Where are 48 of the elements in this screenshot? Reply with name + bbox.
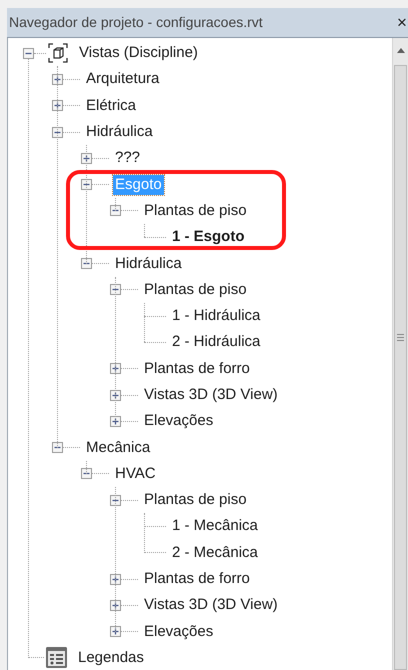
collapse-toggle[interactable] — [81, 468, 92, 480]
tree-item[interactable]: Vistas 3D (3D View) — [142, 385, 280, 405]
tree-item[interactable]: 1 - Esgoto — [170, 227, 247, 248]
tree-item[interactable]: Plantas de piso — [142, 280, 249, 300]
views-icon — [47, 42, 69, 64]
window-title: Navegador de projeto - configuracoes.rvt — [9, 13, 263, 32]
expand-toggle[interactable] — [110, 363, 121, 374]
expand-toggle[interactable] — [110, 390, 121, 400]
scrollbar[interactable] — [392, 38, 408, 670]
tree-item[interactable]: 2 - Hidráulica — [170, 332, 262, 352]
expand-toggle[interactable] — [110, 626, 121, 638]
collapse-toggle[interactable] — [52, 442, 63, 454]
tree-item[interactable]: 1 - Hidráulica — [170, 306, 262, 326]
tree-item[interactable]: Plantas de piso — [142, 200, 249, 221]
collapse-toggle[interactable] — [110, 205, 121, 216]
collapse-toggle[interactable] — [110, 284, 121, 296]
tree-item[interactable]: Arquitetura — [84, 69, 162, 90]
tree-item[interactable]: HVAC — [113, 464, 158, 484]
collapse-toggle[interactable] — [81, 179, 92, 190]
tree-item[interactable]: Hidráulica — [113, 254, 184, 274]
collapse-toggle[interactable] — [23, 48, 34, 59]
expand-toggle[interactable] — [81, 152, 92, 164]
expand-toggle[interactable] — [52, 100, 63, 112]
tree-item[interactable]: Elevações — [142, 622, 216, 642]
scrollbar-thumb[interactable] — [394, 65, 407, 670]
tree-item[interactable]: ??? — [113, 148, 142, 168]
collapse-toggle[interactable] — [52, 126, 63, 138]
tree-item[interactable]: 1 - Mecânica — [170, 516, 260, 536]
tree-item[interactable]: Elétrica — [84, 96, 138, 116]
tree-item[interactable]: Elevações — [142, 411, 216, 432]
expand-toggle[interactable] — [110, 574, 121, 585]
tree-item[interactable]: Vistas (Discipline) — [77, 43, 200, 64]
close-button[interactable]: × — [396, 14, 408, 31]
collapse-toggle[interactable] — [110, 494, 121, 506]
tree-item[interactable]: Mecânica — [84, 438, 152, 458]
tree-item[interactable]: 2 - Mecânica — [170, 542, 260, 563]
scroll-up-icon[interactable] — [396, 48, 404, 53]
tree-item[interactable]: Plantas de forro — [142, 358, 252, 379]
collapse-toggle[interactable] — [81, 258, 92, 270]
tree-item[interactable]: Plantas de piso — [142, 490, 249, 510]
expand-toggle[interactable] — [110, 416, 121, 427]
legend-icon — [45, 646, 68, 670]
tree-item[interactable]: Vistas 3D (3D View) — [142, 595, 280, 616]
tree-item[interactable]: Plantas de forro — [142, 569, 252, 590]
expand-toggle[interactable] — [52, 74, 63, 85]
tree-item[interactable]: Legendas — [76, 648, 146, 668]
tree-item[interactable]: Hidráulica — [84, 122, 155, 142]
expand-toggle[interactable] — [110, 600, 121, 611]
